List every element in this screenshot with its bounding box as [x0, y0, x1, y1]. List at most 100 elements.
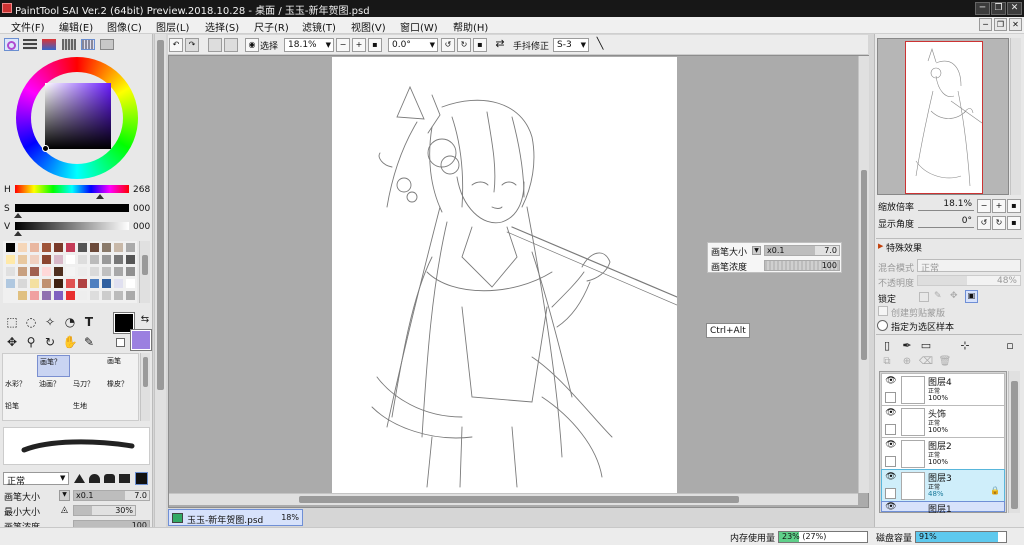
rotate-right-icon[interactable]: ↻: [457, 38, 471, 52]
swatch-cell[interactable]: [6, 243, 15, 252]
maximize-button[interactable]: ❐: [991, 2, 1006, 15]
swatch-cell[interactable]: [78, 267, 87, 276]
flip-horizontal-icon[interactable]: ⇄: [493, 38, 507, 52]
swatch-cell[interactable]: [78, 291, 87, 300]
brush-shape-3-icon[interactable]: [104, 474, 115, 483]
navigator-preview[interactable]: [877, 38, 1009, 195]
swatch-cell[interactable]: [126, 243, 135, 252]
rotate-icon[interactable]: ↻: [42, 334, 58, 350]
swatch-cell[interactable]: [78, 255, 87, 264]
swatch-cell[interactable]: [90, 279, 99, 288]
layer-select-checkbox[interactable]: [885, 392, 896, 403]
chevron-down-icon[interactable]: ▼: [752, 246, 761, 255]
swatch-cell[interactable]: [54, 279, 63, 288]
stabilizer-select[interactable]: S-3 ▼: [553, 38, 589, 52]
hue-slider-handle[interactable]: [96, 194, 104, 199]
swatch-cell[interactable]: [102, 255, 111, 264]
swatch-cell[interactable]: [102, 279, 111, 288]
navigator-scrollbar[interactable]: [1010, 38, 1021, 195]
layer-blend-mode-select[interactable]: 正常: [917, 259, 1021, 274]
swatch-cell[interactable]: [54, 243, 63, 252]
swatch-cell[interactable]: [6, 279, 15, 288]
eye-icon[interactable]: 👁: [884, 408, 898, 420]
layer-transform-icon[interactable]: ⊹: [957, 338, 973, 354]
brush-size-slider[interactable]: x0.1 7.0: [73, 490, 150, 501]
brush-slot-sabre[interactable]: 马刀？: [71, 378, 104, 399]
menu-help[interactable]: 帮助(H): [453, 19, 488, 34]
color-picker-handle[interactable]: [42, 145, 49, 152]
layer-row[interactable]: 👁 图层4 正常 100%: [881, 373, 1005, 406]
swatch-cell[interactable]: [66, 267, 75, 276]
layer-row[interactable]: 👁 头饰 正常 100%: [881, 405, 1005, 438]
brush-slot-pen[interactable]: 画笔？: [37, 355, 70, 377]
layer-row-selected[interactable]: 👁 图层3 正常 48% 🔒: [881, 469, 1005, 502]
swatch-cell[interactable]: [114, 279, 123, 288]
brush-slot-watercolor[interactable]: 水彩？: [3, 378, 36, 399]
lasso-icon[interactable]: ◌: [23, 314, 39, 330]
swatch-cell[interactable]: [6, 255, 15, 264]
copy-layer-icon[interactable]: ⧉: [879, 354, 895, 370]
text-tool-icon[interactable]: T: [81, 314, 97, 330]
layer-properties-icon[interactable]: ▫: [1002, 338, 1018, 354]
swatch-cell[interactable]: [30, 291, 39, 300]
swatch-cell[interactable]: [126, 267, 135, 276]
brush-slot-brush[interactable]: 画笔: [105, 355, 138, 377]
popup-size-slider[interactable]: x0.1 7.0: [764, 245, 840, 256]
color-wheel-tab[interactable]: [4, 38, 19, 51]
swatch-cell[interactable]: [78, 279, 87, 288]
swatch-cell[interactable]: [102, 267, 111, 276]
nav-angle-slider[interactable]: 0°: [918, 216, 974, 228]
mdi-minimize-button[interactable]: ─: [979, 18, 992, 31]
swatch-cell[interactable]: [18, 267, 27, 276]
layer-select-checkbox[interactable]: [885, 424, 896, 435]
swatch-cell[interactable]: [30, 255, 39, 264]
swatch-cell[interactable]: [6, 291, 15, 300]
swatch-cell[interactable]: [66, 279, 75, 288]
rotation-reset-icon[interactable]: ▪: [473, 38, 487, 52]
layer-select-checkbox[interactable]: [885, 456, 896, 467]
layer-list-scrollbar[interactable]: [1008, 371, 1020, 513]
brush-slot-pencil[interactable]: 铅笔: [3, 400, 36, 420]
swatch-cell[interactable]: [90, 243, 99, 252]
brush-slot-eraser[interactable]: 橡皮？: [105, 378, 138, 399]
menu-file[interactable]: 文件(F): [11, 19, 45, 34]
layer-row[interactable]: 👁 图层2 正常 100%: [881, 437, 1005, 470]
user-swatch-tab[interactable]: [81, 39, 95, 50]
saturation-slider[interactable]: [15, 204, 129, 212]
lock-move-icon[interactable]: ✥: [950, 291, 958, 301]
swatch-cell[interactable]: [90, 255, 99, 264]
popup-density-slider[interactable]: 100: [764, 260, 840, 271]
canvas-vertical-scrollbar[interactable]: [858, 56, 869, 493]
scratchpad-tab[interactable]: [100, 39, 114, 50]
swatch-cell[interactable]: [126, 279, 135, 288]
new-linework-layer-icon[interactable]: ✒: [899, 338, 915, 354]
swatches-tab[interactable]: [62, 39, 76, 50]
swatch-cell[interactable]: [6, 267, 15, 276]
layer-select-checkbox[interactable]: [885, 488, 896, 499]
swatch-cell[interactable]: [42, 279, 51, 288]
saturation-value-square[interactable]: [45, 83, 111, 149]
delete-layer-icon[interactable]: 🗑: [937, 354, 953, 370]
zoom-out-icon[interactable]: −: [336, 38, 350, 52]
nav-rotate-reset-icon[interactable]: ▪: [1007, 216, 1021, 230]
menu-ruler[interactable]: 尺子(R): [254, 19, 289, 34]
swatch-cell[interactable]: [114, 291, 123, 300]
lock-all-icon[interactable]: ▣: [965, 290, 978, 303]
minimize-button[interactable]: ─: [975, 2, 990, 15]
swatch-cell[interactable]: [42, 267, 51, 276]
menu-image[interactable]: 图像(C): [107, 19, 142, 34]
swatch-cell[interactable]: [90, 291, 99, 300]
menu-layer[interactable]: 图层(L): [156, 19, 189, 34]
redo-icon[interactable]: ↷: [185, 38, 199, 52]
eye-icon[interactable]: ◉: [245, 38, 259, 52]
new-folder-icon[interactable]: ▭: [918, 338, 934, 354]
swatch-cell[interactable]: [90, 267, 99, 276]
brush-blend-mode-select[interactable]: 正常 ▼: [3, 472, 69, 487]
layer-opacity-slider[interactable]: 48%: [917, 275, 1021, 286]
menu-edit[interactable]: 编辑(E): [59, 19, 93, 34]
move-icon[interactable]: ✥: [4, 334, 20, 350]
rgb-slider-tab[interactable]: [23, 39, 37, 50]
min-size-slider[interactable]: 30%: [73, 505, 136, 516]
zoom-select[interactable]: 18.1% ▼: [284, 38, 334, 52]
swatch-cell[interactable]: [18, 279, 27, 288]
